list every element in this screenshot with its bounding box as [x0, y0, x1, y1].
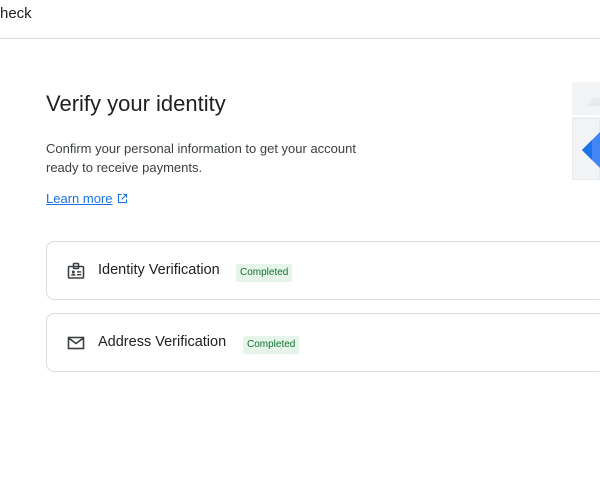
identity-verification-card[interactable]: Identity Verification Completed	[46, 241, 600, 300]
page: heck Verify your identity Confirm your p…	[0, 0, 600, 492]
identity-verification-label: Identity Verification	[98, 262, 220, 278]
verification-illustration	[572, 82, 600, 180]
status-badge: Completed	[236, 264, 293, 282]
page-title: Verify your identity	[46, 91, 226, 116]
header-title: heck	[0, 5, 32, 22]
badge-id-icon	[67, 262, 85, 280]
learn-more-label: Learn more	[46, 191, 113, 206]
page-description: Confirm your personal information to get…	[46, 141, 356, 175]
top-header-bar: heck	[0, 0, 600, 39]
external-link-icon	[118, 193, 128, 204]
address-verification-card[interactable]: Address Verification Completed	[46, 313, 600, 372]
status-badge: Completed	[243, 336, 300, 354]
learn-more-link[interactable]: Learn more	[46, 191, 128, 206]
mail-icon	[67, 334, 85, 352]
address-verification-label: Address Verification	[98, 334, 227, 350]
